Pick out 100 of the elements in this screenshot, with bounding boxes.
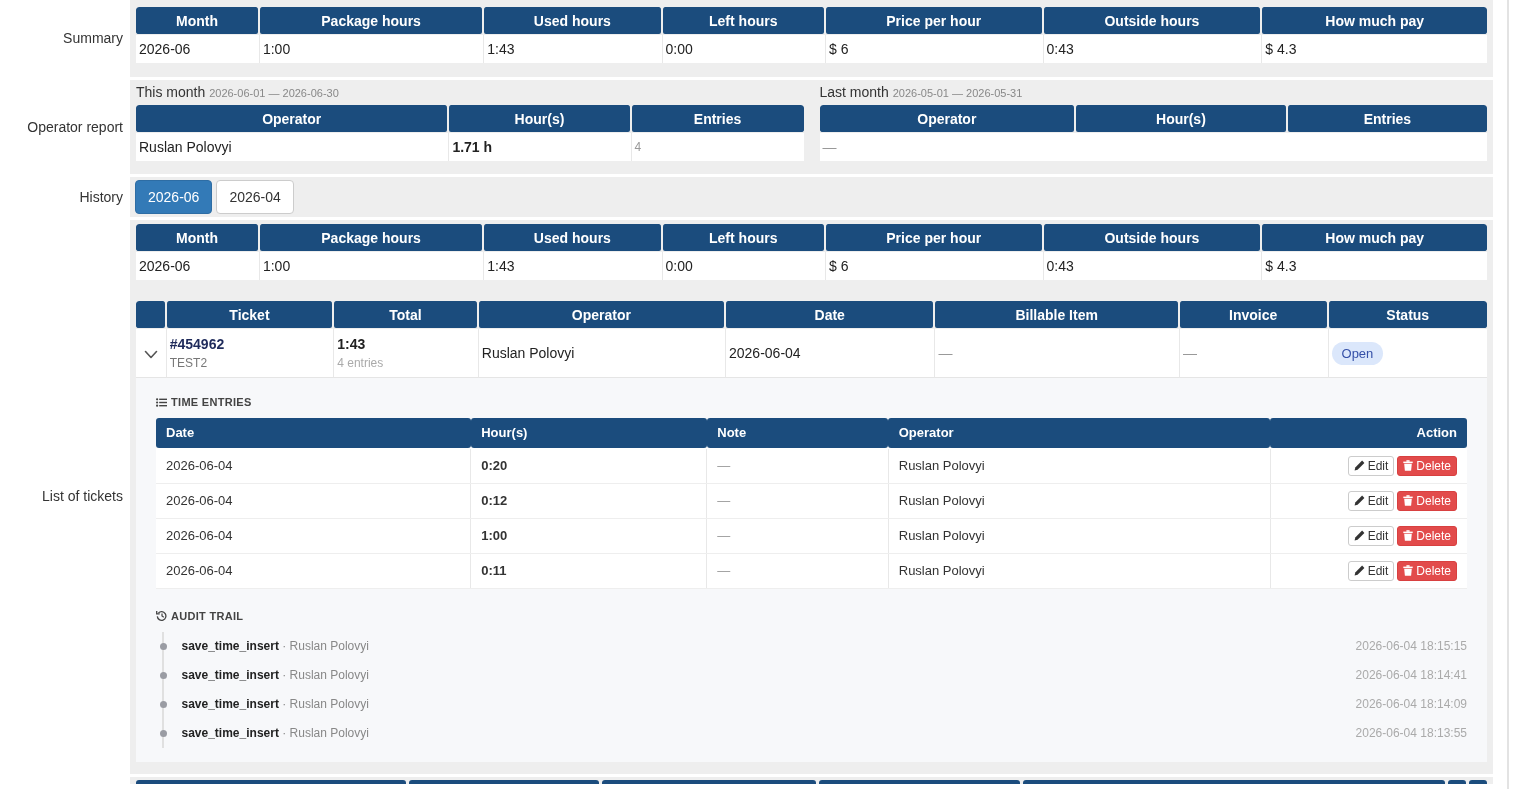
column-header	[1448, 779, 1467, 784]
section-label: List of tickets	[41, 487, 124, 507]
table-cell: —	[706, 518, 889, 553]
column-header: Outside hours	[1042, 224, 1262, 252]
table-cell: —	[934, 329, 1179, 378]
pencil-icon	[1353, 565, 1365, 576]
table-cell: —	[706, 483, 889, 518]
column-header: Note	[706, 418, 889, 448]
column-header: Hour(s)	[470, 418, 707, 448]
pencil-icon	[1353, 530, 1365, 541]
timeline-dot-icon	[159, 700, 167, 708]
table-cell: 1.71 h	[448, 133, 631, 161]
table-cell: 1:00	[258, 252, 484, 280]
audit-entry: save_time_insert · Ruslan Polovyi	[181, 638, 369, 655]
column-header: Operator	[477, 301, 725, 329]
column-header: Billable Item	[934, 301, 1179, 329]
status-badge: Open	[1331, 341, 1384, 365]
column-header: Package hours	[258, 224, 484, 252]
table-cell: 0:00	[661, 35, 825, 63]
table-cell: 0:43	[1042, 252, 1262, 280]
pencil-icon	[1353, 495, 1365, 506]
column-header: Action	[1270, 418, 1467, 448]
column-header: Operator	[136, 105, 449, 133]
table-cell: —	[1178, 329, 1328, 378]
column-header: Status	[1327, 301, 1487, 329]
timestamp: 2026-06-04 18:14:41	[1355, 667, 1467, 684]
column-header: Hour(s)	[1075, 105, 1287, 133]
timestamp: 2026-06-04 18:13:55	[1355, 725, 1467, 742]
total-time: 1:43	[337, 335, 367, 354]
edit-button[interactable]: Edit	[1347, 525, 1395, 546]
column-header: Price per hour	[825, 7, 1043, 35]
column-header: How much pay	[1261, 224, 1487, 252]
delete-button[interactable]: Delete	[1397, 560, 1457, 581]
panel-title: Last month	[819, 84, 889, 100]
audit-entry: save_time_insert · Ruslan Polovyi	[181, 696, 369, 713]
table-cell: 0:00	[661, 252, 825, 280]
month-tab[interactable]: 2026-06	[135, 180, 213, 214]
ticket-link[interactable]: #454962	[169, 334, 331, 354]
column-header: Price per hour	[825, 224, 1043, 252]
date-range: 2026-05-01 — 2026-05-31	[892, 87, 1023, 99]
table-cell: 1:00	[258, 35, 484, 63]
column-header: Invoice	[1178, 301, 1328, 329]
list-icon	[156, 397, 167, 407]
table-cell: Ruslan Polovyi	[888, 448, 1271, 483]
column-header: Used hours	[483, 224, 662, 252]
column-header: Left hours	[661, 224, 825, 252]
edit-button[interactable]: Edit	[1347, 490, 1395, 511]
table-cell: 2026-06-04	[156, 553, 471, 588]
column-header: Ticket	[165, 301, 334, 329]
table-cell: $ 4.3	[1261, 35, 1487, 63]
table-cell: Ruslan Polovyi	[136, 133, 449, 161]
column-header: Month	[136, 7, 259, 35]
history-icon	[156, 610, 167, 621]
table-cell: Ruslan Polovyi	[888, 518, 1271, 553]
column-header	[1469, 779, 1487, 784]
trash-icon	[1403, 530, 1414, 541]
column-header: Outside hours	[1042, 7, 1262, 35]
table-cell: 2026-06-04	[725, 329, 935, 378]
edit-button[interactable]: Edit	[1347, 560, 1395, 581]
table-cell: 0:20	[470, 448, 707, 483]
delete-button[interactable]: Delete	[1397, 455, 1457, 476]
trash-icon	[1403, 565, 1414, 576]
table-cell: 1:43	[483, 35, 662, 63]
section-heading: AUDIT TRAIL	[171, 608, 244, 623]
section-label: Operator report	[26, 117, 124, 137]
edit-button[interactable]: Edit	[1347, 455, 1395, 476]
panel-title: This month	[136, 84, 206, 100]
month-tab[interactable]: 2026-04	[216, 180, 294, 214]
table-cell: Ruslan Polovyi	[477, 329, 725, 378]
date-range: 2026-06-01 — 2026-06-30	[209, 87, 339, 99]
table-cell: $ 4.3	[1261, 252, 1487, 280]
timeline-dot-icon	[159, 729, 167, 737]
table-cell: 4	[630, 133, 804, 161]
column-header: Operator	[888, 418, 1271, 448]
column-header: Left hours	[661, 7, 825, 35]
table-cell: 0:11	[470, 553, 707, 588]
audit-entry: save_time_insert · Ruslan Polovyi	[181, 725, 369, 742]
column-header: Date	[156, 418, 471, 448]
table-cell: Ruslan Polovyi	[888, 483, 1271, 518]
table-cell: $ 6	[825, 35, 1043, 63]
table-cell: $ 6	[825, 252, 1043, 280]
delete-button[interactable]: Delete	[1397, 525, 1457, 546]
column-header: Used hours	[483, 7, 662, 35]
table-cell: —	[819, 133, 1487, 161]
section-label: History	[78, 187, 124, 207]
table-cell: 1:43	[483, 252, 662, 280]
table-cell: 0:12	[470, 483, 707, 518]
column-header: Package hours	[258, 7, 484, 35]
delete-button[interactable]: Delete	[1397, 490, 1457, 511]
table-cell: —	[706, 448, 889, 483]
column-header: Entries	[1286, 105, 1487, 133]
table-cell: 1:00	[470, 518, 707, 553]
table-cell: —	[706, 553, 889, 588]
column-header: Month	[136, 224, 259, 252]
column-header: How much pay	[1261, 7, 1487, 35]
table-cell: 2026-06-04	[156, 448, 471, 483]
timestamp: 2026-06-04 18:14:09	[1355, 696, 1467, 713]
timestamp: 2026-06-04 18:15:15	[1355, 638, 1467, 655]
column-header	[136, 301, 166, 329]
table-cell: 2026-06	[136, 252, 259, 280]
